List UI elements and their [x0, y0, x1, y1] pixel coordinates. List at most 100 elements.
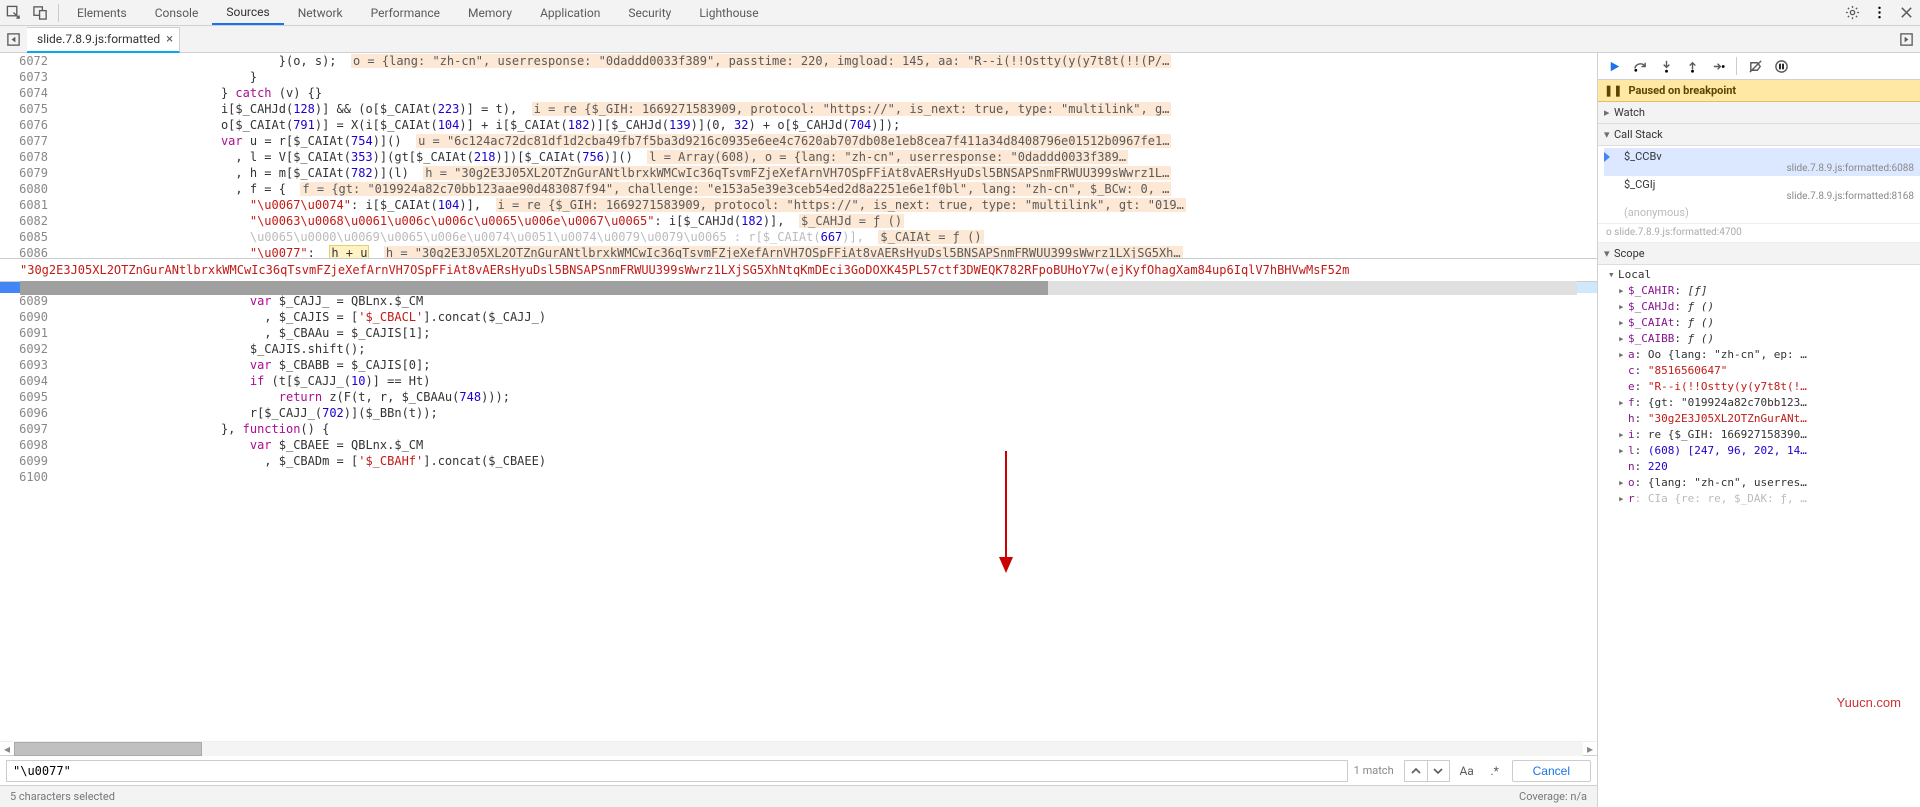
code-line[interactable]: 6092 $_CAJIS.shift(); — [0, 341, 1597, 357]
code-line[interactable]: 6093 var $_CBABB = $_CAJIS[0]; — [0, 357, 1597, 373]
callstack-frame[interactable]: $_CGIjslide.7.8.9.js:formatted:8168 — [1604, 176, 1920, 204]
more-tabs-icon[interactable] — [1893, 26, 1920, 52]
close-icon[interactable]: × — [166, 32, 173, 47]
panel-tab-application[interactable]: Application — [526, 0, 614, 25]
code-line[interactable]: 6089 var $_CAJJ_ = QBLnx.$_CM — [0, 293, 1597, 309]
scope-variable[interactable]: h: "30g2E3J05XL2OTZnGurANt… — [1618, 411, 1920, 427]
file-navigator-toggle-icon[interactable] — [0, 26, 27, 52]
code-line[interactable]: 6097 }, function() { — [0, 421, 1597, 437]
panel-tab-sources[interactable]: Sources — [212, 0, 283, 25]
scope-variable[interactable]: ▸o: {lang: "zh-cn", userres… — [1618, 475, 1920, 491]
line-number[interactable]: 6092 — [0, 341, 58, 357]
watch-panel-header[interactable]: ▸Watch — [1598, 102, 1920, 124]
line-number[interactable]: 6080 — [0, 181, 58, 197]
find-prev-icon[interactable] — [1405, 761, 1427, 781]
code-line[interactable]: 6099 , $_CBADm = ['$_CBAHf'].concat($_CB… — [0, 453, 1597, 469]
resume-icon[interactable] — [1602, 53, 1626, 79]
match-case-button[interactable]: Aa — [1456, 764, 1478, 778]
line-number[interactable]: 6098 — [0, 437, 58, 453]
regex-button[interactable]: .* — [1484, 764, 1506, 778]
line-number[interactable]: 6091 — [0, 325, 58, 341]
callstack-frame[interactable]: (anonymous) — [1604, 204, 1920, 221]
line-number[interactable]: 6095 — [0, 389, 58, 405]
code-line[interactable]: 6081 "\u0067\u0074": i[$_CAIAt(104)], i … — [0, 197, 1597, 213]
scope-variable[interactable]: ▸$_CAHJd: ƒ () — [1618, 299, 1920, 315]
code-line[interactable]: 6078 , l = V[$_CAIAt(353)](gt[$_CAIAt(21… — [0, 149, 1597, 165]
code-line[interactable]: 6096 r[$_CAJJ_(702)]($_BBn(t)); — [0, 405, 1597, 421]
panel-tab-elements[interactable]: Elements — [63, 0, 141, 25]
close-devtools-icon[interactable] — [1893, 0, 1920, 26]
code-line[interactable]: 6094 if (t[$_CAJJ_(10)] == Ht) — [0, 373, 1597, 389]
scope-variable[interactable]: e: "R--i(!!Ostty(y(y7t8t(!… — [1618, 379, 1920, 395]
line-number[interactable]: 6073 — [0, 69, 58, 85]
file-tab[interactable]: slide.7.8.9.js:formatted × — [27, 27, 180, 53]
code-line[interactable]: 6072 }(o, s); o = {lang: "zh-cn", userre… — [0, 53, 1597, 69]
line-number[interactable]: 6077 — [0, 133, 58, 149]
line-number[interactable]: 6090 — [0, 309, 58, 325]
tooltip-scroll[interactable] — [20, 281, 1577, 295]
line-number[interactable]: 6097 — [0, 421, 58, 437]
scope-variable[interactable]: ▸a: Oo {lang: "zh-cn", ep: … — [1618, 347, 1920, 363]
code-line[interactable]: 6082 "\u0063\u0068\u0061\u006c\u006c\u00… — [0, 213, 1597, 229]
step-out-icon[interactable] — [1680, 53, 1704, 79]
kebab-menu-icon[interactable] — [1866, 0, 1893, 26]
panel-tab-network[interactable]: Network — [284, 0, 357, 25]
scope-variable[interactable]: ▸f: {gt: "019924a82c70bb123… — [1618, 395, 1920, 411]
scope-variable[interactable]: n: 220 — [1618, 459, 1920, 475]
code-line[interactable]: 6074 } catch (v) {} — [0, 85, 1597, 101]
panel-tab-security[interactable]: Security — [614, 0, 685, 25]
find-input[interactable] — [6, 760, 1348, 782]
code-line[interactable]: 6080 , f = { f = {gt: "019924a82c70bb123… — [0, 181, 1597, 197]
scroll-right-icon[interactable]: ▸ — [1583, 742, 1597, 756]
panel-tab-memory[interactable]: Memory — [454, 0, 526, 25]
panel-tab-performance[interactable]: Performance — [357, 0, 454, 25]
callstack-frame[interactable]: $_CCBvslide.7.8.9.js:formatted:6088 — [1604, 148, 1920, 176]
code-line[interactable]: 6077 var u = r[$_CAIAt(754)]() u = "6c12… — [0, 133, 1597, 149]
code-line[interactable]: 6091 , $_CBAAu = $_CAJIS[1]; — [0, 325, 1597, 341]
scope-variable[interactable]: ▸i: re {$_GIH: 166927158390… — [1618, 427, 1920, 443]
step-icon[interactable] — [1706, 53, 1730, 79]
line-number[interactable]: 6081 — [0, 197, 58, 213]
editor-hscroll[interactable]: ◂ ▸ — [0, 741, 1597, 755]
line-number[interactable]: 6099 — [0, 453, 58, 469]
panel-tab-console[interactable]: Console — [141, 0, 213, 25]
step-into-icon[interactable] — [1654, 53, 1678, 79]
line-number[interactable]: 6089 — [0, 293, 58, 309]
code-line[interactable]: 6085 \u0065\u0000\u0069\u0065\u006e\u007… — [0, 229, 1597, 245]
step-over-icon[interactable] — [1628, 53, 1652, 79]
panel-tab-lighthouse[interactable]: Lighthouse — [685, 0, 772, 25]
line-number[interactable]: 6076 — [0, 117, 58, 133]
line-number[interactable]: 6096 — [0, 405, 58, 421]
scope-variable[interactable]: ▸$_CAHIR: [ƒ] — [1618, 283, 1920, 299]
line-number[interactable]: 6078 — [0, 149, 58, 165]
line-number[interactable]: 6082 — [0, 213, 58, 229]
line-number[interactable]: 6100 — [0, 469, 58, 485]
find-next-icon[interactable] — [1427, 761, 1449, 781]
code-line[interactable]: 6098 var $_CBAEE = QBLnx.$_CM — [0, 437, 1597, 453]
code-line[interactable]: 6079 , h = m[$_CAIAt(782)](l) h = "30g2E… — [0, 165, 1597, 181]
line-number[interactable]: 6079 — [0, 165, 58, 181]
scope-variable[interactable]: ▸l: (608) [247, 96, 202, 14… — [1618, 443, 1920, 459]
code-line[interactable]: 6100 — [0, 469, 1597, 485]
code-line[interactable]: 6076 o[$_CAIAt(791)] = X(i[$_CAIAt(104)]… — [0, 117, 1597, 133]
device-toggle-icon[interactable] — [27, 0, 54, 26]
scroll-left-icon[interactable]: ◂ — [0, 742, 14, 756]
scope-variable[interactable]: ▸r: CIa {re: re, $_DAK: ƒ, … — [1618, 491, 1920, 507]
settings-icon[interactable] — [1839, 0, 1866, 26]
find-cancel-button[interactable]: Cancel — [1512, 760, 1591, 782]
line-number[interactable]: 6072 — [0, 53, 58, 69]
scope-variable[interactable]: ▸$_CAIBB: ƒ () — [1618, 331, 1920, 347]
scope-panel-header[interactable]: ▾Scope — [1598, 243, 1920, 265]
line-number[interactable]: 6085 — [0, 229, 58, 245]
code-line[interactable]: 6075 i[$_CAHJd(128)] && (o[$_CAIAt(223)]… — [0, 101, 1597, 117]
code-scroll[interactable]: 6072 }(o, s); o = {lang: "zh-cn", userre… — [0, 53, 1597, 741]
inspect-icon[interactable] — [0, 0, 27, 26]
code-line[interactable]: 6095 return z(F(t, r, $_CBAAu(748))); — [0, 389, 1597, 405]
pause-exceptions-icon[interactable] — [1769, 53, 1793, 79]
code-line[interactable]: 6073 } — [0, 69, 1597, 85]
line-number[interactable]: 6093 — [0, 357, 58, 373]
code-line[interactable]: 6090 , $_CAJIS = ['$_CBACL'].concat($_CA… — [0, 309, 1597, 325]
line-number[interactable]: 6094 — [0, 373, 58, 389]
scope-variable[interactable]: c: "8516560647" — [1618, 363, 1920, 379]
callstack-panel-header[interactable]: ▾Call Stack — [1598, 124, 1920, 146]
